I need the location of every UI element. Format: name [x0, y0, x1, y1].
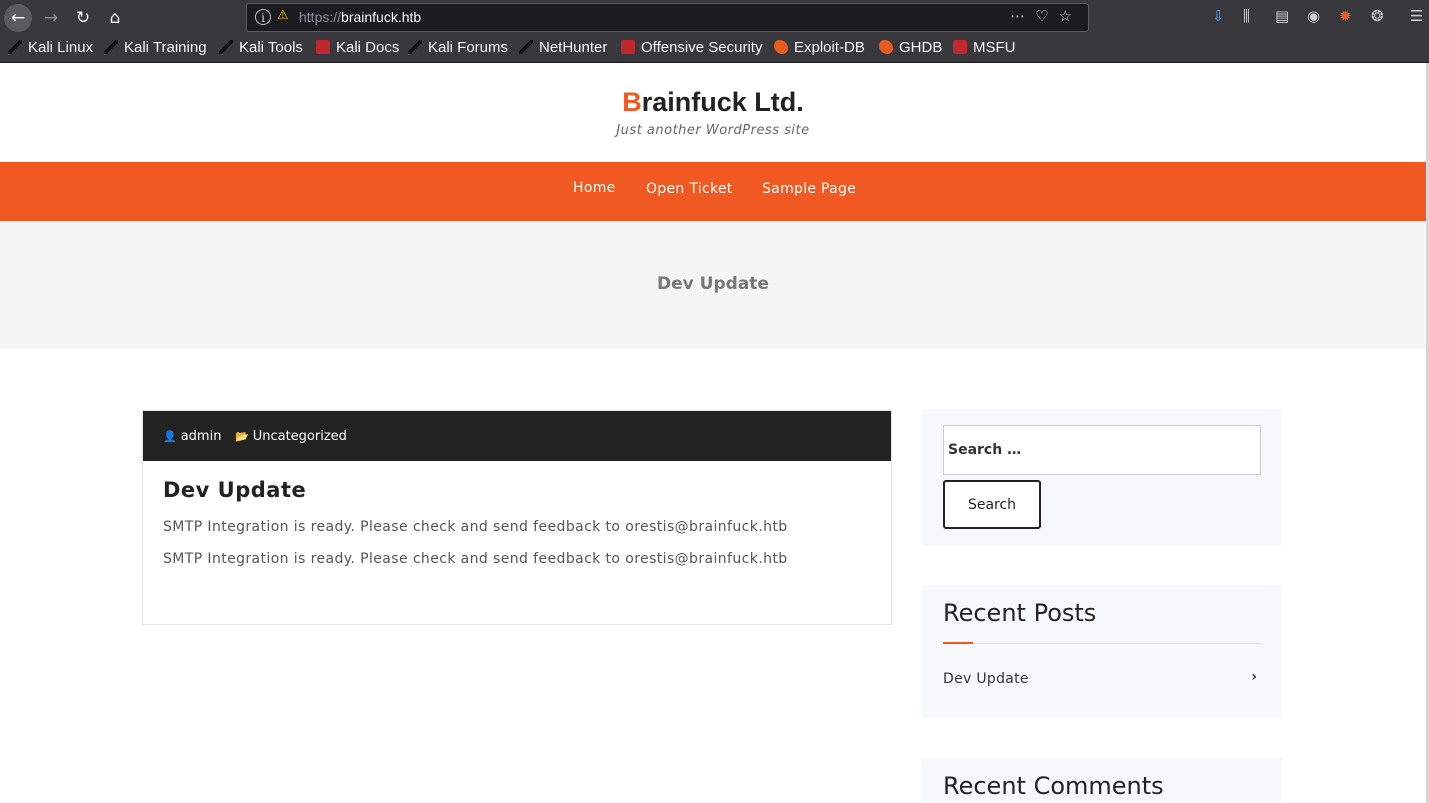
bookmark-star-icon[interactable]: ☆ — [1059, 7, 1082, 25]
page-banner: Dev Update — [0, 221, 1426, 349]
site-description: Just another WordPress site — [616, 123, 810, 138]
extension-icon[interactable]: ✹ — [1339, 7, 1352, 25]
chevron-right-icon: › — [1251, 669, 1257, 685]
search-input[interactable] — [943, 425, 1261, 475]
folder-open-icon: 📂 — [235, 430, 249, 443]
banner-title: Dev Update — [657, 274, 769, 294]
bookmarks-bar: Kali Linux Kali Training Kali Tools Kali… — [0, 35, 1429, 63]
offsec-icon — [621, 40, 635, 54]
bookmark-ghdb[interactable]: GHDB — [879, 39, 942, 56]
bookmark-kali-forums[interactable]: Kali Forums — [408, 39, 508, 56]
downloads-icon[interactable]: ⇩ — [1212, 7, 1225, 25]
more-actions-icon[interactable]: ⋯ — [1010, 7, 1035, 25]
web-page: Brainfuck Ltd. Just another WordPress si… — [0, 63, 1426, 803]
browser-toolbar: ← → ↻ ⌂ i ⚠ https://brainfuck.htb ⋯♡☆ ⇩ … — [0, 0, 1429, 35]
widget-divider — [943, 643, 1261, 644]
post-paragraph: SMTP Integration is ready. Please check … — [163, 551, 788, 567]
info-icon[interactable]: i — [255, 9, 271, 25]
search-button[interactable]: Search — [943, 480, 1041, 529]
widget-accent — [943, 642, 973, 644]
recent-posts-widget: Recent Posts Dev Update › — [922, 585, 1282, 718]
home-button[interactable]: ⌂ — [101, 4, 129, 32]
bookmark-msfu[interactable]: MSFU — [953, 39, 1016, 56]
url-text[interactable]: https://brainfuck.htb — [299, 9, 421, 25]
pocket-icon[interactable]: ♡ — [1035, 7, 1058, 25]
offsec-icon — [953, 40, 967, 54]
kali-dragon-icon — [104, 40, 118, 54]
kali-dragon-icon — [8, 40, 22, 54]
menu-icon[interactable]: ☰ — [1410, 7, 1423, 25]
kali-dragon-icon — [408, 40, 422, 54]
menu-sample-page[interactable]: Sample Page — [762, 181, 856, 197]
sidebar-icon[interactable]: ▤ — [1275, 7, 1289, 25]
exploit-db-icon — [879, 40, 893, 54]
user-icon: 👤 — [163, 430, 177, 443]
bookmark-kali-tools[interactable]: Kali Tools — [219, 39, 303, 56]
library-icon[interactable]: ⫼ — [1243, 7, 1250, 25]
bookmark-nethunter[interactable]: NetHunter — [519, 39, 607, 56]
exploit-db-icon — [774, 40, 788, 54]
account-icon[interactable]: ◉ — [1307, 7, 1320, 25]
post-category[interactable]: 📂 Uncategorized — [235, 429, 347, 444]
kali-dragon-icon — [519, 40, 533, 54]
insecure-lock-icon[interactable]: ⚠ — [277, 8, 289, 23]
bookmark-kali-docs[interactable]: Kali Docs — [316, 39, 399, 56]
site-title[interactable]: Brainfuck Ltd. — [0, 87, 1426, 118]
post-card: 👤 admin 📂 Uncategorized Dev Update SMTP In… — [142, 410, 892, 625]
widget-title: Recent Posts — [943, 599, 1097, 627]
bookmark-kali-training[interactable]: Kali Training — [104, 39, 207, 56]
search-widget: Search — [922, 409, 1282, 545]
menu-open-ticket[interactable]: Open Ticket — [646, 181, 733, 197]
kali-docs-icon — [316, 40, 330, 54]
widget-title: Recent Comments — [943, 772, 1164, 800]
back-button[interactable]: ← — [4, 4, 32, 32]
menu-home[interactable]: Home — [573, 180, 616, 196]
post-paragraph: SMTP Integration is ready. Please check … — [163, 519, 788, 535]
post-meta: 👤 admin 📂 Uncategorized — [143, 411, 891, 461]
primary-menu: Home Open Ticket Sample Page — [0, 162, 1426, 221]
recent-post-link[interactable]: Dev Update — [943, 671, 1029, 687]
url-bar[interactable]: i ⚠ https://brainfuck.htb ⋯♡☆ — [246, 3, 1089, 32]
bookmark-exploit-db[interactable]: Exploit-DB — [774, 39, 865, 56]
post-author[interactable]: 👤 admin — [163, 429, 221, 444]
bookmark-kali-linux[interactable]: Kali Linux — [8, 39, 93, 56]
cookie-icon[interactable]: ❂ — [1371, 7, 1384, 25]
forward-button[interactable]: → — [37, 4, 65, 32]
recent-comments-widget: Recent Comments — [922, 758, 1282, 803]
post-title[interactable]: Dev Update — [163, 478, 306, 502]
reload-button[interactable]: ↻ — [69, 4, 97, 32]
kali-dragon-icon — [219, 40, 233, 54]
page-actions[interactable]: ⋯♡☆ — [1010, 7, 1082, 25]
bookmark-offensive-security[interactable]: Offensive Security — [621, 39, 762, 56]
